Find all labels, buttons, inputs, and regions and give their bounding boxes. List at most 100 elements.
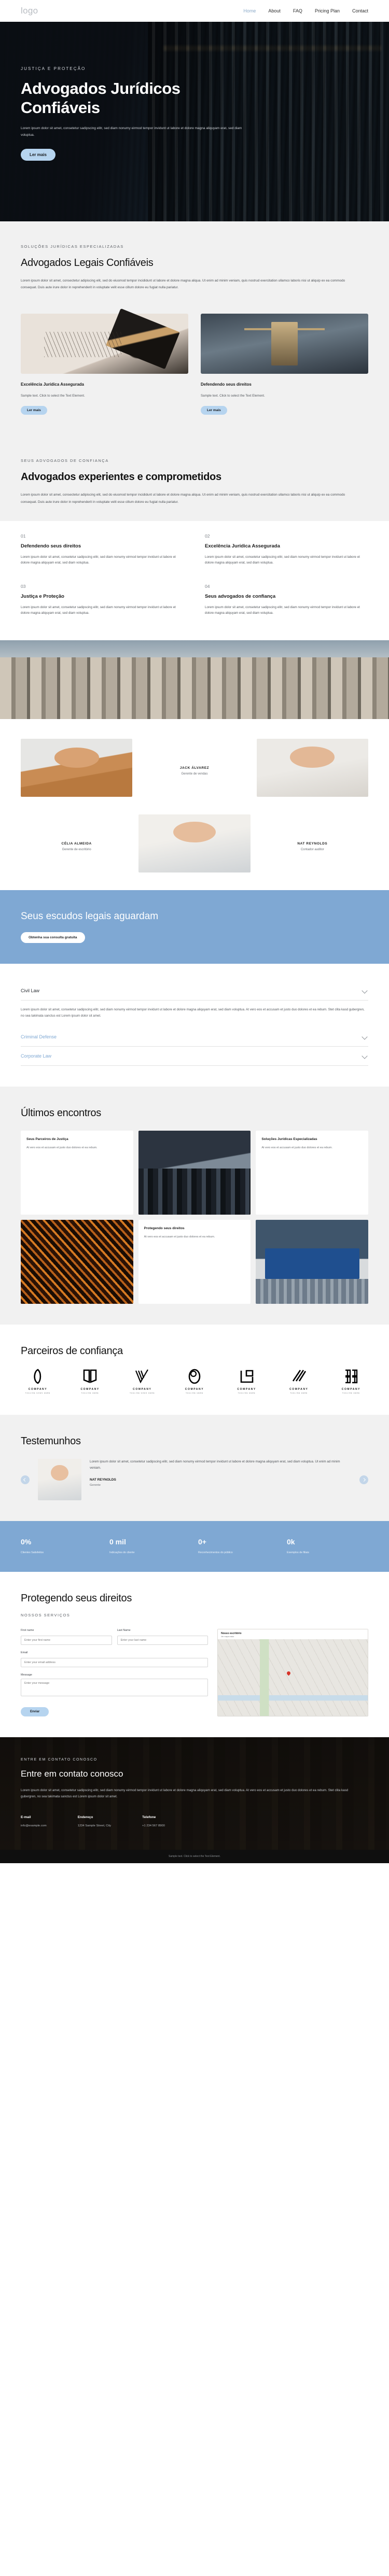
contact-section: Protegendo seus direitos NOSSOS SERVIÇOS… [0, 1572, 389, 1737]
partner-logo[interactable]: COMPANY TAGLINE HERE [73, 1369, 107, 1394]
stat-label: Clientes Satisfeitos [21, 1551, 44, 1555]
double-ring-mark-icon [188, 1369, 201, 1384]
footer-title: Entre em contato conosco [21, 1768, 123, 1779]
march-protest-image[interactable] [256, 1220, 368, 1304]
carousel-prev-button[interactable] [21, 1475, 30, 1484]
first-name-group: First name [21, 1629, 112, 1645]
stat-label: Reconhecimentos do público [198, 1551, 233, 1555]
partner-logo[interactable]: COMPANY TAGLINE HERE [177, 1369, 212, 1394]
partners-title: Parceiros de confiança [21, 1345, 123, 1357]
partner-name: COMPANY [237, 1388, 256, 1391]
partner-name: COMPANY [28, 1388, 48, 1391]
map-canvas[interactable] [218, 1639, 368, 1716]
carousel-next-button[interactable] [359, 1475, 368, 1484]
footer-column-value[interactable]: info@example.com [21, 1823, 47, 1829]
email-label: Email [21, 1651, 28, 1654]
about-kicker: SEUS ADVOGADOS DE CONFIANÇA [21, 458, 109, 463]
stat-item: 0+ Reconhecimentos do público [198, 1538, 280, 1555]
partner-tagline: TAGLINE HERE [290, 1392, 308, 1395]
practice-areas-accordion: Civil Law Lorem ipsum dolor sit amet, co… [0, 964, 389, 1087]
services-kicker: SOLUÇÕES JURÍDICAS ESPECIALIZADAS [21, 244, 124, 249]
services-title: Advogados Legais Confiáveis [21, 257, 154, 269]
blog-card[interactable]: Protegendo seus direitos At vero eos et … [138, 1220, 251, 1304]
feature-item: 02 Excelência Jurídica Assegurada Lorem … [205, 533, 368, 566]
nav-item-about[interactable]: About [268, 8, 281, 13]
team-member-name: JACK ÁLVAREZ [179, 766, 210, 770]
partner-logo[interactable]: COMPANY TAGLINE GOES HERE [125, 1369, 159, 1394]
footer-kicker: ENTRE EM CONTATO CONOSCO [21, 1757, 98, 1762]
nav-item-pricing-plan[interactable]: Pricing Plan [315, 8, 340, 13]
service-card-button[interactable]: Ler mais [21, 406, 47, 415]
site-logo[interactable]: logo [21, 6, 38, 16]
partner-logo[interactable]: COMPANY TAGLINE GOES HERE [21, 1369, 55, 1394]
team-member-name: NAT REYNOLDS [297, 841, 328, 846]
service-card: Defendendo seus direitos Sample text. Cl… [201, 314, 368, 415]
book-mark-icon [83, 1370, 96, 1384]
team-member-role: Contador auditor [300, 848, 324, 851]
partner-name: COMPANY [185, 1388, 204, 1391]
service-card-body: Sample text. Click to select the Text El… [21, 394, 85, 398]
map-title: Nosso escritório [221, 1631, 242, 1635]
partner-logo[interactable]: COMPANY TAGLINE HERE [334, 1369, 368, 1394]
blog-card-body: At vero eos et accusam et justo duo dolo… [144, 1235, 215, 1239]
blog-section: Últimos encontros Seus Parceiros de Just… [0, 1087, 389, 1325]
nav-item-home[interactable]: Home [243, 8, 256, 13]
footer-column-label: E-mail [21, 1815, 31, 1820]
feature-item: 01 Defendendo seus direitos Lorem ipsum … [21, 533, 184, 566]
team-member-info: CÉLIA ALMEIDA Gerente de escritório [21, 814, 132, 872]
blog-card-body: At vero eos et accusam et justo duo dolo… [26, 1146, 98, 1150]
footer-column-phone: Telefone +1 234 567 8900 [142, 1815, 165, 1829]
woman-white-top-photo [256, 738, 368, 797]
submit-button[interactable]: Enviar [21, 1707, 49, 1716]
feature-number: 02 [205, 533, 210, 539]
service-card-button[interactable]: Ler mais [201, 406, 227, 415]
feature-title: Excelência Jurídica Assegurada [205, 543, 280, 549]
free-consultation-button[interactable]: Obtenha sua consulta gratuita [21, 932, 85, 943]
navbar: logo Home About FAQ Pricing Plan Contact [0, 0, 389, 22]
testimonial-carousel: Lorem ipsum dolor sit amet, consetetur s… [21, 1459, 368, 1501]
email-group: Email [21, 1651, 209, 1667]
page: logo Home About FAQ Pricing Plan Contact… [0, 0, 389, 1864]
map-view-larger-link[interactable]: Ver mapa maior [221, 1636, 365, 1638]
partner-name: COMPANY [289, 1388, 309, 1391]
first-name-input[interactable] [21, 1635, 112, 1645]
first-name-label: First name [21, 1628, 34, 1632]
nav-item-contact[interactable]: Contact [352, 8, 368, 13]
blog-card[interactable]: Seus Parceiros de Justiça At vero eos et… [21, 1131, 133, 1215]
accordion-row-civil-law[interactable]: Civil Law [21, 981, 368, 1001]
accordion-row-corporate-law[interactable]: Corporate Law [21, 1047, 368, 1066]
footer-column-value[interactable]: +1 234 567 8900 [142, 1823, 165, 1829]
interlock-mark-icon [345, 1370, 358, 1384]
bokeh-lights-image[interactable] [21, 1220, 133, 1304]
blog-grid: Seus Parceiros de Justiça At vero eos et… [21, 1131, 368, 1304]
team-member-info: NAT REYNOLDS Contador auditor [257, 814, 368, 872]
police-officers-image[interactable] [138, 1131, 251, 1215]
cta-banner: Seus escudos legais aguardam Obtenha sua… [0, 890, 389, 964]
footer-column-value: 1234 Sample Street, City [77, 1824, 112, 1828]
services-body: Lorem ipsum dolor sit amet, consectetur … [21, 279, 345, 290]
hero-body: Lorem ipsum dolor sit amet, consetetur s… [21, 126, 242, 137]
feature-grid: 01 Defendendo seus direitos Lorem ipsum … [0, 533, 389, 640]
blog-card[interactable]: Soluções Jurídicas Especializadas At ver… [256, 1131, 368, 1215]
last-name-input[interactable] [117, 1635, 209, 1645]
message-group: Message [21, 1673, 209, 1699]
about-section: SEUS ADVOGADOS DE CONFIANÇA Advogados ex… [0, 435, 389, 521]
blog-card-title: Seus Parceiros de Justiça [26, 1137, 68, 1142]
accordion-row-criminal-defense[interactable]: Criminal Defense [21, 1027, 368, 1047]
hero-read-more-button[interactable]: Ler mais [21, 148, 55, 161]
message-input[interactable] [21, 1678, 209, 1696]
testimonial-avatar [38, 1459, 81, 1501]
hero-section: JUSTIÇA E PROTEÇÃO Advogados Jurídicos C… [0, 22, 389, 221]
accordion-title: Corporate Law [21, 1053, 52, 1059]
feature-title: Defendendo seus direitos [21, 543, 81, 549]
partner-tagline: TAGLINE GOES HERE [25, 1392, 51, 1395]
partner-logo[interactable]: COMPANY TAGLINE HERE [230, 1369, 264, 1394]
stat-item: 0 mil Indicações do cliente [109, 1538, 191, 1555]
partner-logo[interactable]: COMPANY TAGLINE HERE [282, 1369, 316, 1394]
stat-item: 0% Clientes Satisfeitos [21, 1538, 102, 1555]
team-member-role: Gerente de vendas [181, 772, 208, 776]
nav-item-faq[interactable]: FAQ [293, 8, 302, 13]
email-input[interactable] [21, 1657, 209, 1667]
office-map[interactable]: Nosso escritório Ver mapa maior [217, 1628, 368, 1716]
feature-number: 01 [21, 533, 26, 539]
